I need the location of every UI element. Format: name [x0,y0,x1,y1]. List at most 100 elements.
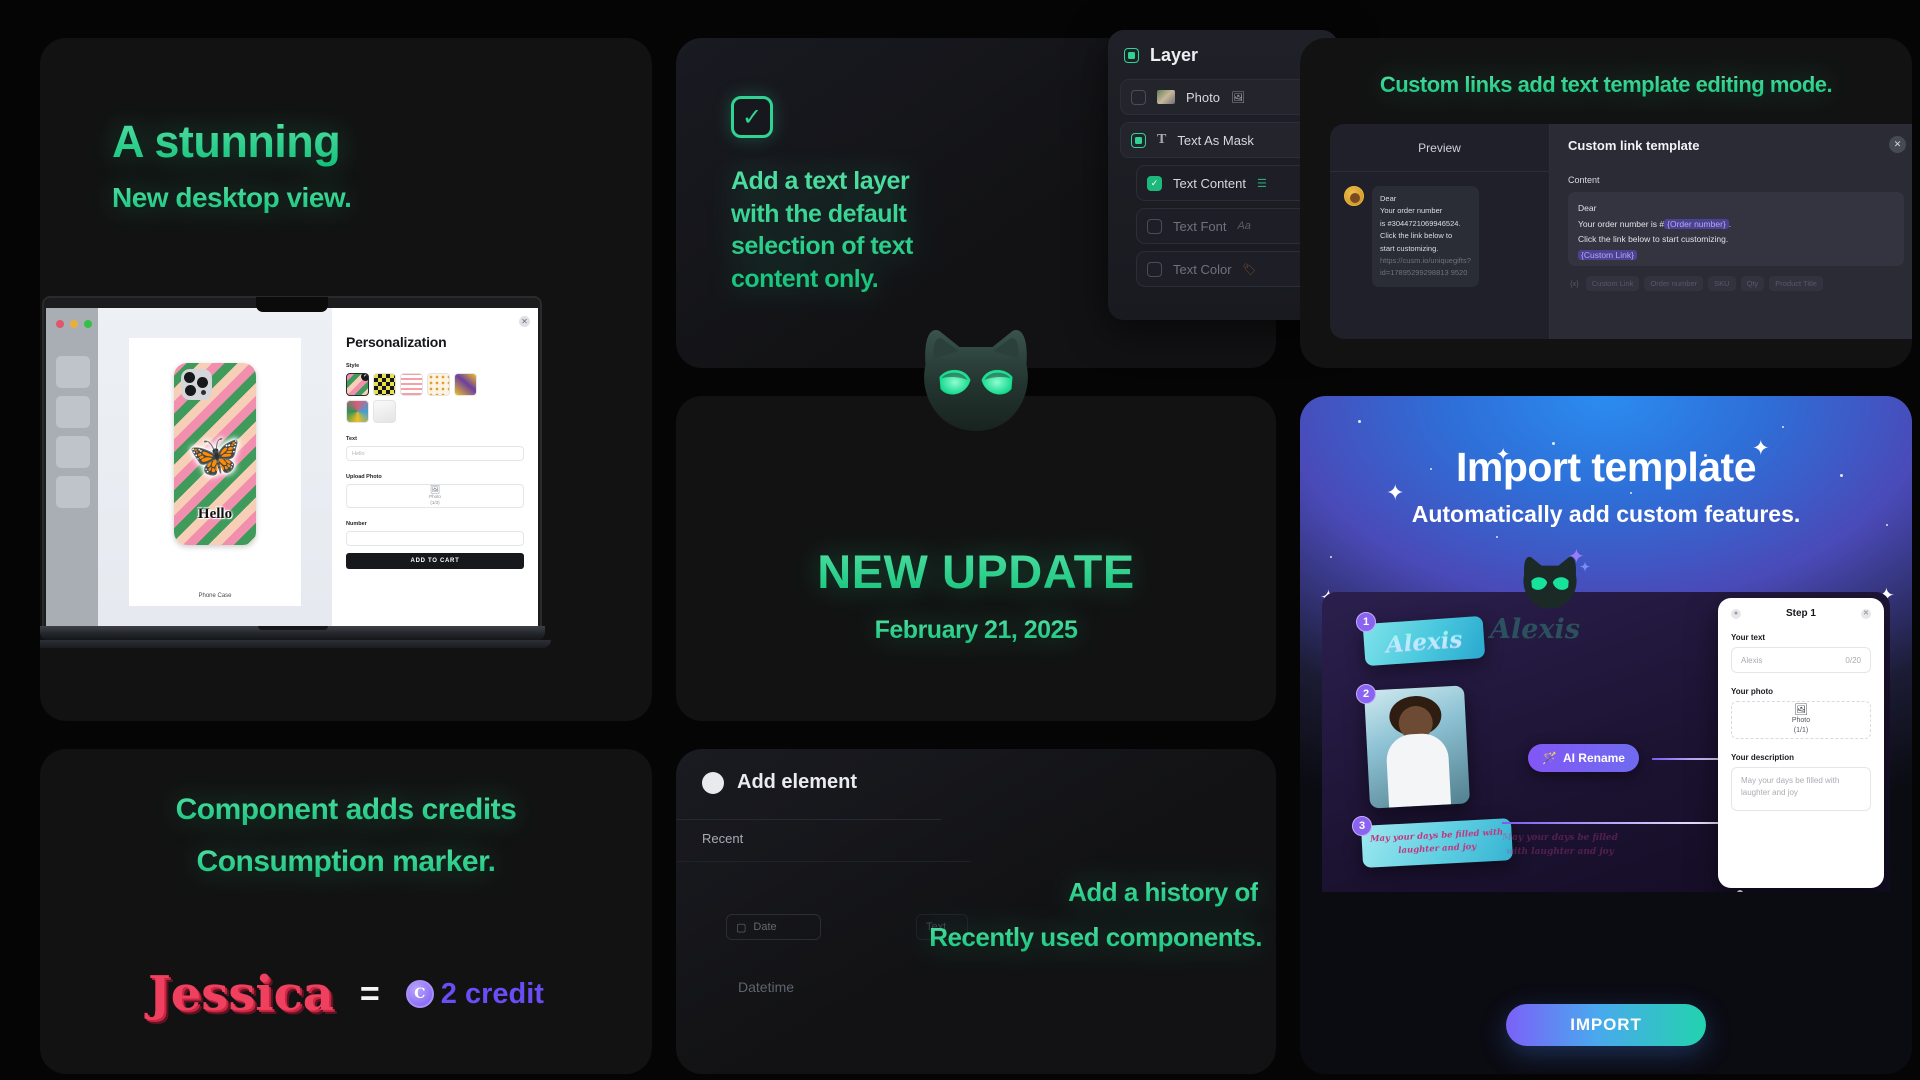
sidebar-skeleton [56,476,90,508]
msg-line: Dear [1380,194,1397,203]
modal-title: Custom link template [1568,138,1700,153]
layer-row-text-color[interactable]: Text Color 🏷 [1136,251,1326,287]
ghost-description-text: May your days be filled with laughter an… [1502,833,1618,857]
card-text-layer: ✓ Add a text layer with the default sele… [676,30,1338,368]
layer-row-photo[interactable]: Photo 🖼 [1120,79,1326,115]
add-to-cart-button[interactable]: ADD TO CART [346,553,524,569]
align-icon: ☰ [1257,177,1267,190]
photo-person-body [1385,732,1452,808]
add-element-header: ← Add element [702,771,857,794]
new-update-title: NEW UPDATE [676,544,1276,599]
style-swatch-gingham[interactable] [400,373,423,396]
number-input[interactable] [346,531,524,546]
checkbox-checked-icon[interactable] [1131,132,1146,148]
checkbox-icon[interactable] [1147,261,1162,277]
checkbox-icon[interactable] [1131,89,1146,105]
token-custom-link[interactable]: {Custom Link} [1578,250,1637,261]
product-card: 🦋 Hello Phone Case [129,338,301,606]
product-caption: Phone Case [198,593,232,599]
upload-photo-dropzone[interactable]: 🖼 Photo (1/3) [346,484,524,508]
layer-row-text-font[interactable]: Text Font Aa [1136,208,1326,244]
style-swatch-check[interactable] [373,373,396,396]
minimize-dot[interactable] [70,320,78,328]
add-element-message-line1: Add a history of [1068,877,1258,907]
text-icon: T [1157,132,1167,147]
token-order-number[interactable]: {Order number} [1664,218,1729,229]
content-text: Your order number is # [1578,218,1665,229]
layer-row-text-content[interactable]: ✓ Text Content ☰ [1136,165,1326,201]
add-element-title: Add element [737,771,858,793]
badge-3: 3 [1352,816,1372,836]
number-label: Number [346,521,367,527]
divider [676,861,971,862]
preview-link[interactable]: https://cusm.io/uniquegifts? [1380,255,1471,267]
layer-visible-icon[interactable] [1124,48,1139,63]
equals-sign: = [359,974,380,1013]
cat-mascot-icon [924,330,1028,431]
style-swatch-row: ✓ [346,373,524,396]
style-swatch-abstract[interactable] [454,373,477,396]
close-icon[interactable]: ✕ [519,316,530,327]
camera-module-icon [181,369,212,400]
style-swatch-collage[interactable] [346,400,369,423]
content-label: Content [1568,175,1600,185]
card-add-element: ← Add element Recent ▢ Date Text Datetim… [676,749,1276,1074]
tab-recent[interactable]: Recent [702,831,743,846]
your-photo-label: Your photo [1731,687,1774,696]
close-icon[interactable]: ✕ [1860,608,1871,619]
content-textarea[interactable]: Dear Your order number is # {Order number… [1568,192,1904,266]
style-swatch-blank[interactable] [373,400,396,423]
photo-sticker[interactable] [1363,685,1471,809]
card-custom-links: Custom links add text template editing m… [1300,38,1912,368]
chip-qty[interactable]: Qty [1740,276,1765,291]
add-element-message-line2: Recently used components. [676,922,1262,953]
color-icon: 🏷 [1242,263,1257,276]
close-dot[interactable] [56,320,64,328]
check-icon: ✓ [361,373,369,381]
card-import-template: ✦ ✦ ✦ ✦ ✦ ✦ Import template Automaticall… [1300,396,1912,1074]
import-subtitle: Automatically add custom features. [1411,501,1801,527]
style-swatch-cube[interactable]: ✓ [346,373,369,396]
maximize-dot[interactable] [84,320,92,328]
close-icon[interactable]: ✕ [1889,136,1906,153]
sparkle-icon: ✦ ✦ [1568,546,1591,574]
preview-pane: Preview Dear Your order number is #30447… [1330,124,1550,339]
chip-sku[interactable]: SKU [1708,276,1736,291]
chip-custom-link[interactable]: Custom Link [1585,276,1640,291]
connector-line-2 [1502,820,1743,825]
step-title: Step 1 [1785,608,1816,619]
content-line-order: Your order number is # {Order number}. [1578,217,1894,233]
credits-line2: Consumption marker. [40,845,652,879]
your-description-textarea[interactable]: May your days be filled with laughter an… [1731,767,1871,811]
divider [676,819,941,820]
laptop-mockup: 🦋 Hello Phone Case ✕ Personalization Sty… [40,296,652,696]
checkbox-checked-icon[interactable]: ✓ [1147,175,1162,191]
your-text-input[interactable]: Alexis 0/20 [1731,647,1871,673]
text-input[interactable]: Hello [346,446,524,461]
text-label: Text [346,436,357,442]
back-arrow-icon[interactable]: ← [702,771,724,794]
ai-rename-button[interactable]: 🪄 AI Rename [1528,744,1639,772]
your-photo-dropzone[interactable]: 🖼 Photo (1/1) [1731,701,1871,739]
layer-row-label: Text Content [1173,175,1246,191]
preview-link-tail[interactable]: id=17895299298813 9520 [1380,267,1471,279]
msg-line: start customizing. [1380,243,1439,253]
import-button[interactable]: IMPORT [1506,1004,1706,1046]
name-sticker[interactable]: Alexis [1362,615,1486,667]
chip-product-title[interactable]: Product Title [1769,276,1823,291]
panel-title: Personalization [346,334,447,350]
credit-equation: Jessica = C 2 credit [40,966,652,1022]
laptop-base [40,626,545,640]
layer-row-text-as-mask[interactable]: T Text As Mask [1120,122,1326,158]
preview-message-row: Dear Your order number is #3044721069946… [1330,172,1549,287]
credit-coin-icon: C [405,980,434,1008]
custom-link-editor: Preview Dear Your order number is #30447… [1330,124,1912,339]
personalization-panel: ✕ Personalization Style ✓ Text Hello Upl… [332,308,538,626]
avatar [1344,186,1364,206]
desktop-title-line2: New desktop view. [112,182,352,213]
chip-order-number[interactable]: Order number [1644,276,1704,291]
step-header: ● Step 1 ✕ [1731,608,1871,619]
style-swatch-dots[interactable] [427,373,450,396]
info-icon[interactable]: ● [1731,608,1741,619]
checkbox-icon[interactable] [1147,218,1162,234]
